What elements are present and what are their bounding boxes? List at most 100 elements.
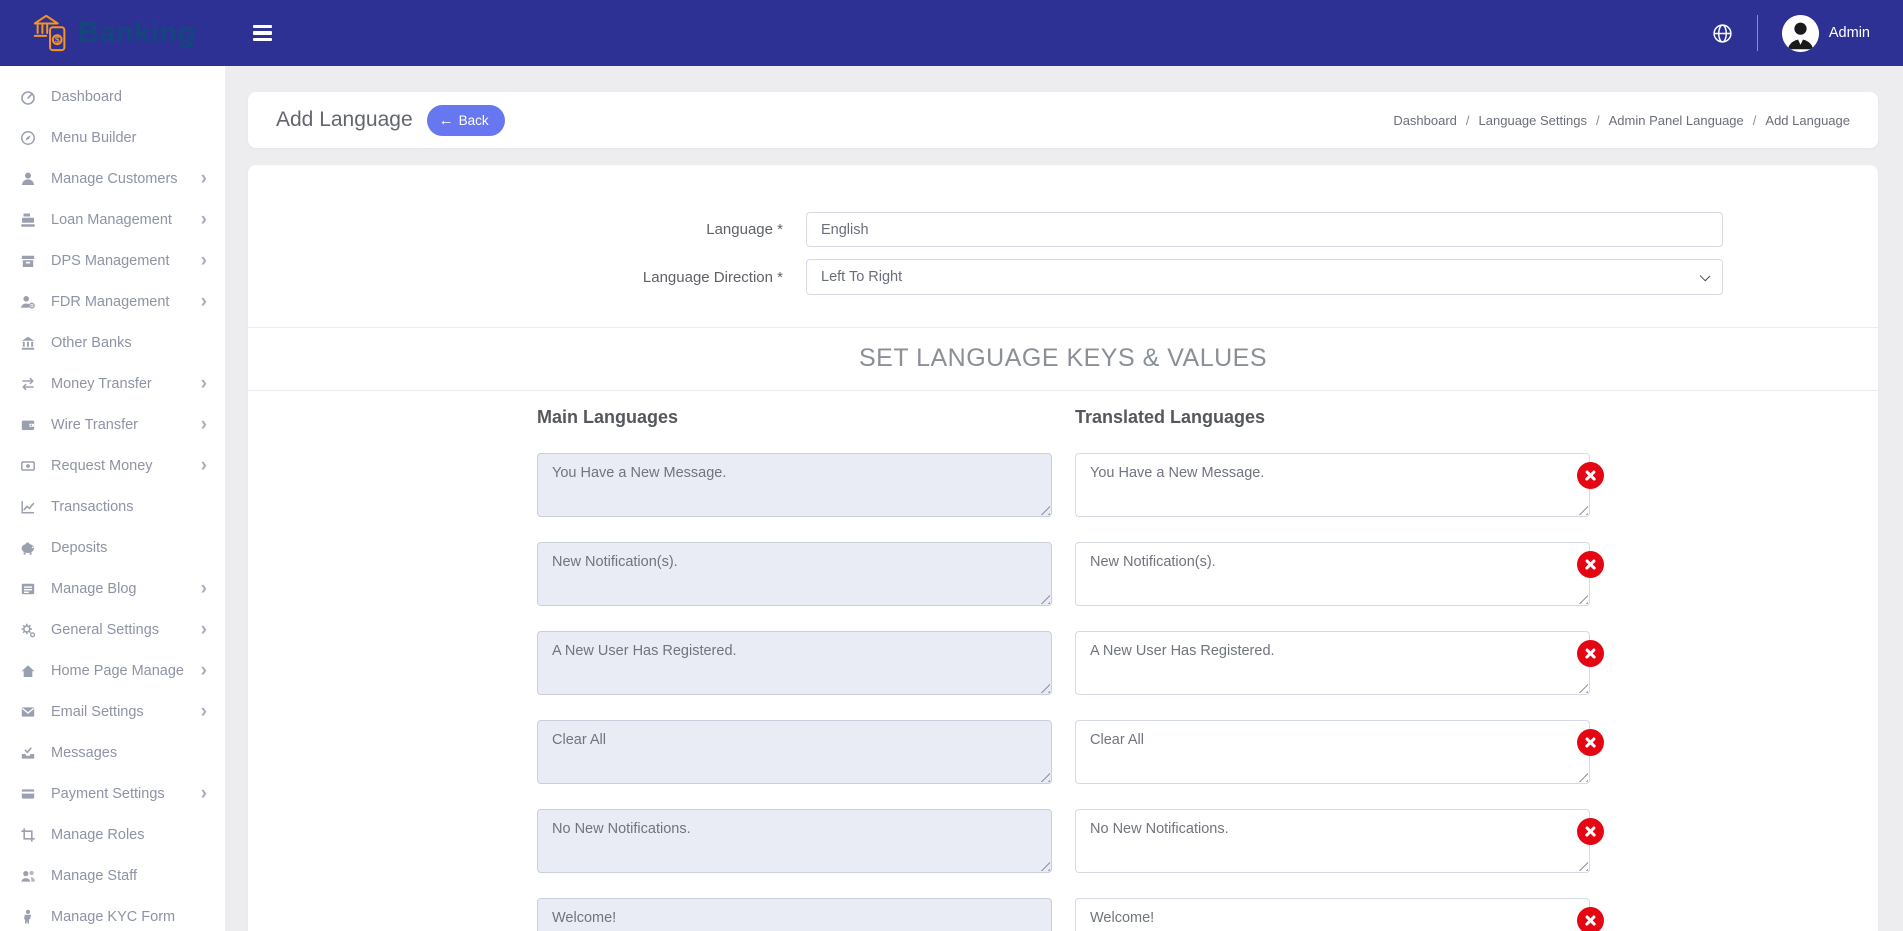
language-form-row: Language * [248,212,1878,247]
sidebar-item-manage-kyc-form[interactable]: Manage KYC Form [0,896,225,931]
close-x-icon [1577,640,1604,667]
language-globe-icon[interactable] [1712,23,1733,44]
compass-icon [20,130,38,146]
sidebar-item-dashboard[interactable]: Dashboard [0,76,225,117]
cogs-icon [20,622,38,638]
delete-row-button[interactable] [1577,729,1604,756]
translated-language-textarea[interactable]: No New Notifications. [1075,809,1590,873]
sidebar-item-home-page-manage[interactable]: Home Page Manage› [0,650,225,691]
back-button[interactable]: ← Back [427,105,505,136]
sidebar-item-request-money[interactable]: Request Money › [0,445,225,486]
sidebar-item-email-settings[interactable]: Email Settings › [0,691,225,732]
sidebar-item-manage-roles[interactable]: Manage Roles [0,814,225,855]
navbar-divider [1757,15,1758,51]
delete-row-button[interactable] [1577,907,1604,931]
wallet-icon [20,417,38,433]
sidebar-item-label: Manage Roles [51,827,145,843]
sidebar-item-transactions[interactable]: Transactions [0,486,225,527]
breadcrumb-link[interactable]: Admin Panel Language [1609,113,1744,128]
main-language-textarea: Welcome! [537,898,1052,931]
close-x-icon [1577,818,1604,845]
sidebar-item-wire-transfer[interactable]: Wire Transfer › [0,404,225,445]
user-gear-icon [20,294,38,310]
sidebar-item-money-transfer[interactable]: Money Transfer› [0,363,225,404]
language-direction-form-row: Language Direction * Left To Right [248,259,1878,295]
chevron-right-icon: › [201,251,207,270]
inbox-check-icon [20,745,38,761]
breadcrumb: Dashboard / Language Settings / Admin Panel … [1393,113,1850,128]
home-icon [20,663,38,679]
sidebar-toggle-button[interactable] [253,25,272,41]
main-content: Add Language ← Back Dashboard/Language S… [225,66,1903,931]
sidebar-item-manage-customers[interactable]: Manage Customers› [0,158,225,199]
sidebar-item-label: Loan Management [51,212,172,228]
admin-user-menu[interactable]: Admin [1782,15,1870,52]
sidebar-item-other-banks[interactable]: Other Banks [0,322,225,363]
sidebar-item-label: Payment Settings [51,786,165,802]
language-input[interactable] [806,212,1723,247]
sidebar-item-dps-management[interactable]: DPS Management › [0,240,225,281]
translated-language-textarea[interactable]: Welcome! [1075,898,1590,931]
translated-language-textarea[interactable]: New Notification(s). [1075,542,1590,606]
chevron-right-icon: › [201,702,207,721]
close-x-icon [1577,907,1604,931]
translated-language-textarea[interactable]: Clear All [1075,720,1590,784]
chevron-right-icon: › [201,579,207,598]
sidebar-item-label: Manage KYC Form [51,909,175,925]
close-x-icon [1577,551,1604,578]
sidebar-item-general-settings[interactable]: General Settings› [0,609,225,650]
language-label: Language * [248,221,783,238]
breadcrumb-separator: / [1466,113,1470,128]
sidebar-item-label: Messages [51,745,117,761]
delete-row-button[interactable] [1577,551,1604,578]
sidebar-item-deposits[interactable]: Deposits [0,527,225,568]
close-x-icon [1577,729,1604,756]
main-language-textarea: No New Notifications. [537,809,1052,873]
chevron-right-icon: › [201,456,207,475]
sidebar-item-label: DPS Management [51,253,169,269]
delete-row-button[interactable] [1577,462,1604,489]
delete-row-button[interactable] [1577,818,1604,845]
breadcrumb-separator: / [1596,113,1600,128]
chevron-right-icon: › [201,374,207,393]
arrow-left-icon: ← [439,113,454,128]
sidebar-item-fdr-management[interactable]: FDR Management› [0,281,225,322]
brand-logo[interactable]: $ Banking [0,12,225,54]
delete-row-button[interactable] [1577,640,1604,667]
breadcrumb-link[interactable]: Language Settings [1479,113,1587,128]
main-language-textarea: A New User Has Registered. [537,631,1052,695]
language-key-row: Welcome! Welcome! [537,898,1627,931]
top-navbar: $ Banking [0,0,1903,66]
bank-logo-icon: $ [30,12,72,54]
sidebar-item-menu-builder[interactable]: Menu Builder [0,117,225,158]
add-language-card: Language * Language Direction * Left To … [248,165,1878,931]
sidebar-item-manage-staff[interactable]: Manage Staff [0,855,225,896]
translated-language-textarea[interactable]: A New User Has Registered. [1075,631,1590,695]
sidebar-item-label: Other Banks [51,335,132,351]
sidebar-item-manage-blog[interactable]: Manage Blog› [0,568,225,609]
breadcrumb-link[interactable]: Dashboard [1393,113,1457,128]
sidebar-item-label: Menu Builder [51,130,136,146]
language-direction-select[interactable]: Left To Right [806,259,1723,295]
sidebar-item-label: Email Settings [51,704,144,720]
main-languages-header: Main Languages [537,407,1075,428]
sidebar-item-label: Dashboard [51,89,122,105]
sidebar-item-loan-management[interactable]: Loan Management› [0,199,225,240]
translated-language-textarea[interactable]: You Have a New Message. [1075,453,1590,517]
language-key-row: No New Notifications. No New Notificatio… [537,809,1627,873]
language-keys-section: Main Languages Translated Languages You … [537,391,1627,931]
admin-name-label: Admin [1829,25,1870,41]
person-icon [20,909,38,925]
sidebar-item-label: Manage Customers [51,171,178,187]
gauge-icon [20,89,38,105]
sidebar-item-payment-settings[interactable]: Payment Settings› [0,773,225,814]
sidebar-menu: DashboardMenu BuilderManage Customers›Lo… [0,66,225,931]
sidebar-item-label: Request Money [51,458,153,474]
language-key-row: Clear All Clear All [537,720,1627,784]
chevron-right-icon: › [201,620,207,639]
sidebar-item-label: Wire Transfer [51,417,138,433]
language-key-row: You Have a New Message. You Have a New M… [537,453,1627,517]
language-direction-label: Language Direction * [248,269,783,286]
sidebar-item-messages[interactable]: Messages [0,732,225,773]
chevron-right-icon: › [201,415,207,434]
